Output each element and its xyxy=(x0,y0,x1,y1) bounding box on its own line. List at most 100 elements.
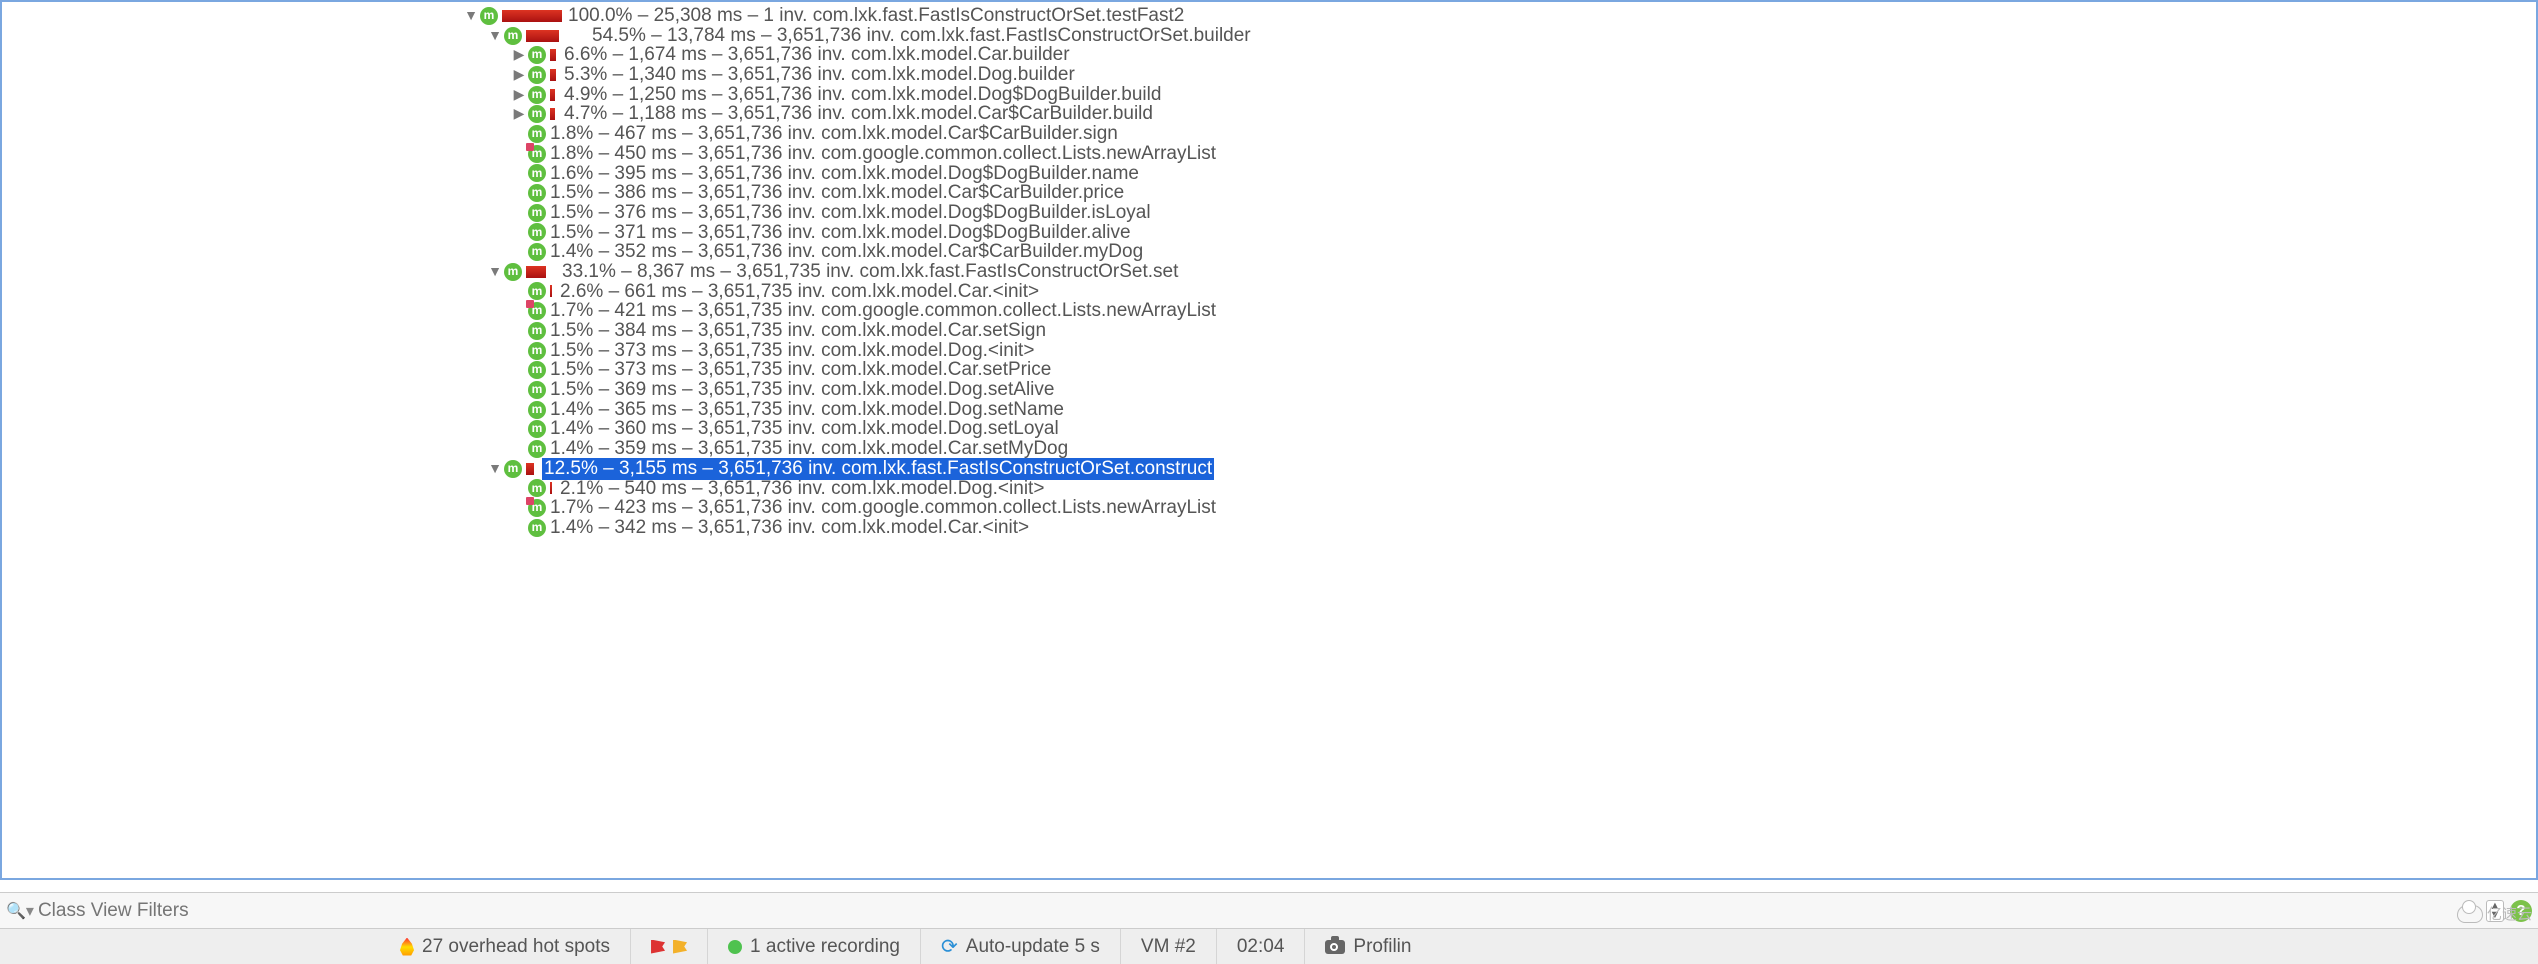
tree-row[interactable]: ▼ 100.0% – 25,308 ms – 1 inv. com.lxk.fas… xyxy=(2,6,2536,26)
tree-row[interactable]: ▼ 33.1% – 8,367 ms – 3,651,735 inv. com.l… xyxy=(2,262,2536,282)
tree-row[interactable]: ▶1.6% – 395 ms – 3,651,736 inv. com.lxk.… xyxy=(2,164,2536,184)
method-icon xyxy=(528,420,546,438)
vm-label: VM #2 xyxy=(1141,936,1196,958)
tree-row[interactable]: ▶1.5% – 369 ms – 3,651,735 inv. com.lxk.… xyxy=(2,380,2536,400)
tree-row-label: 1.4% – 342 ms – 3,651,736 inv. com.lxk.m… xyxy=(548,518,1029,538)
status-recording[interactable]: 1 active recording xyxy=(707,929,920,964)
tree-row[interactable]: ▶1.4% – 359 ms – 3,651,735 inv. com.lxk.… xyxy=(2,439,2536,459)
filter-bar: 🔍▾ ▲▼ ? xyxy=(0,892,2538,928)
tree-row-label: 1.8% – 450 ms – 3,651,736 inv. com.googl… xyxy=(548,144,1216,164)
status-bar: 27 overhead hot spots 1 active recording… xyxy=(0,928,2538,964)
collapse-arrow-icon[interactable]: ▼ xyxy=(486,26,504,46)
profiler-tree-panel: ▼ 100.0% – 25,308 ms – 1 inv. com.lxk.fas… xyxy=(0,0,2538,880)
collapse-arrow-icon[interactable]: ▼ xyxy=(486,459,504,479)
tree-row[interactable]: ▶1.7% – 421 ms – 3,651,735 inv. com.goog… xyxy=(2,301,2536,321)
call-tree[interactable]: ▼ 100.0% – 25,308 ms – 1 inv. com.lxk.fas… xyxy=(2,2,2536,538)
method-icon xyxy=(504,27,522,45)
method-icon xyxy=(528,66,546,84)
search-icon: 🔍▾ xyxy=(6,901,34,921)
tree-row-label: 12.5% – 3,155 ms – 3,651,736 inv. com.lx… xyxy=(542,458,1214,480)
status-time: 02:04 xyxy=(1216,929,1305,964)
method-icon xyxy=(480,7,498,25)
percent-bar xyxy=(502,10,562,22)
tree-row-label: 1.5% – 373 ms – 3,651,735 inv. com.lxk.m… xyxy=(548,360,1051,380)
profiling-label: Profilin xyxy=(1353,936,1411,958)
tree-row[interactable]: ▶1.8% – 467 ms – 3,651,736 inv. com.lxk.… xyxy=(2,124,2536,144)
expand-arrow-icon[interactable]: ▶ xyxy=(510,85,528,105)
time-label: 02:04 xyxy=(1237,936,1285,958)
tree-row[interactable]: ▶ 6.6% – 1,674 ms – 3,651,736 inv. com.lx… xyxy=(2,45,2536,65)
tree-row[interactable]: ▶1.4% – 342 ms – 3,651,736 inv. com.lxk.… xyxy=(2,518,2536,538)
method-icon xyxy=(528,401,546,419)
tree-row-label: 100.0% – 25,308 ms – 1 inv. com.lxk.fast… xyxy=(566,6,1184,26)
tree-row[interactable]: ▶1.5% – 376 ms – 3,651,736 inv. com.lxk.… xyxy=(2,203,2536,223)
tree-row-label: 1.4% – 360 ms – 3,651,735 inv. com.lxk.m… xyxy=(548,419,1059,439)
collapse-arrow-icon[interactable]: ▼ xyxy=(486,262,504,282)
method-icon xyxy=(528,519,546,537)
tree-row-label: 1.7% – 423 ms – 3,651,736 inv. com.googl… xyxy=(548,498,1216,518)
method-icon xyxy=(528,105,546,123)
flag-yellow-icon xyxy=(673,940,687,954)
method-icon xyxy=(528,440,546,458)
method-icon xyxy=(528,184,546,202)
tree-row-label: 4.9% – 1,250 ms – 3,651,736 inv. com.lxk… xyxy=(562,85,1161,105)
tree-row[interactable]: ▶1.5% – 386 ms – 3,651,736 inv. com.lxk.… xyxy=(2,183,2536,203)
flag-red-icon xyxy=(651,940,665,954)
tree-row[interactable]: ▶1.5% – 384 ms – 3,651,735 inv. com.lxk.… xyxy=(2,321,2536,341)
method-icon xyxy=(528,46,546,64)
tree-row-label: 1.5% – 376 ms – 3,651,736 inv. com.lxk.m… xyxy=(548,203,1151,223)
method-icon xyxy=(528,302,546,320)
tree-row[interactable]: ▶ 4.7% – 1,188 ms – 3,651,736 inv. com.lx… xyxy=(2,104,2536,124)
tree-row[interactable]: ▶1.8% – 450 ms – 3,651,736 inv. com.goog… xyxy=(2,144,2536,164)
status-autoupdate[interactable]: ⟳ Auto-update 5 s xyxy=(920,929,1120,964)
tree-row[interactable]: ▶ 4.9% – 1,250 ms – 3,651,736 inv. com.lx… xyxy=(2,85,2536,105)
tree-row[interactable]: ▼ 12.5% – 3,155 ms – 3,651,736 inv. com.l… xyxy=(2,459,2536,479)
method-icon xyxy=(504,460,522,478)
tree-row-label: 54.5% – 13,784 ms – 3,651,736 inv. com.l… xyxy=(590,26,1251,46)
tree-row[interactable]: ▶1.5% – 373 ms – 3,651,735 inv. com.lxk.… xyxy=(2,341,2536,361)
percent-bar xyxy=(526,30,586,42)
tree-row-label: 1.5% – 384 ms – 3,651,735 inv. com.lxk.m… xyxy=(548,321,1046,341)
status-flags[interactable] xyxy=(630,929,707,964)
class-filter-input[interactable] xyxy=(38,900,2486,922)
collapse-arrow-icon[interactable]: ▼ xyxy=(462,6,480,26)
status-vm[interactable]: VM #2 xyxy=(1120,929,1216,964)
percent-bar xyxy=(550,49,558,61)
tree-row[interactable]: ▶2.1% – 540 ms – 3,651,736 inv. com.lxk.… xyxy=(2,479,2536,499)
tree-row-label: 1.6% – 395 ms – 3,651,736 inv. com.lxk.m… xyxy=(548,164,1139,184)
status-profiling[interactable]: Profilin xyxy=(1304,929,1431,964)
percent-bar xyxy=(526,463,538,475)
tree-row[interactable]: ▶1.5% – 371 ms – 3,651,736 inv. com.lxk.… xyxy=(2,223,2536,243)
method-icon xyxy=(528,86,546,104)
tree-row[interactable]: ▶1.4% – 352 ms – 3,651,736 inv. com.lxk.… xyxy=(2,242,2536,262)
recording-label: 1 active recording xyxy=(750,936,900,958)
percent-bar xyxy=(550,89,558,101)
tree-row-label: 1.5% – 369 ms – 3,651,735 inv. com.lxk.m… xyxy=(548,380,1054,400)
tree-row[interactable]: ▶1.7% – 423 ms – 3,651,736 inv. com.goog… xyxy=(2,498,2536,518)
tree-row[interactable]: ▶1.4% – 365 ms – 3,651,735 inv. com.lxk.… xyxy=(2,400,2536,420)
tree-row-label: 4.7% – 1,188 ms – 3,651,736 inv. com.lxk… xyxy=(562,104,1153,124)
percent-bar xyxy=(526,266,556,278)
tree-row-label: 2.1% – 540 ms – 3,651,736 inv. com.lxk.m… xyxy=(558,479,1044,499)
tree-row-label: 1.4% – 365 ms – 3,651,735 inv. com.lxk.m… xyxy=(548,400,1064,420)
tree-row-label: 33.1% – 8,367 ms – 3,651,735 inv. com.lx… xyxy=(560,262,1178,282)
tree-row[interactable]: ▶2.6% – 661 ms – 3,651,735 inv. com.lxk.… xyxy=(2,282,2536,302)
expand-arrow-icon[interactable]: ▶ xyxy=(510,65,528,85)
percent-bar xyxy=(550,108,558,120)
method-icon xyxy=(528,164,546,182)
recording-dot-icon xyxy=(728,940,742,954)
tree-row[interactable]: ▶1.5% – 373 ms – 3,651,735 inv. com.lxk.… xyxy=(2,360,2536,380)
expand-arrow-icon[interactable]: ▶ xyxy=(510,104,528,124)
status-hotspots[interactable]: 27 overhead hot spots xyxy=(380,929,630,964)
tree-row[interactable]: ▶ 5.3% – 1,340 ms – 3,651,736 inv. com.lx… xyxy=(2,65,2536,85)
tree-row-label: 6.6% – 1,674 ms – 3,651,736 inv. com.lxk… xyxy=(562,45,1070,65)
tree-row-label: 1.4% – 359 ms – 3,651,735 inv. com.lxk.m… xyxy=(548,439,1068,459)
tree-row[interactable]: ▶1.4% – 360 ms – 3,651,735 inv. com.lxk.… xyxy=(2,419,2536,439)
tree-row[interactable]: ▼ 54.5% – 13,784 ms – 3,651,736 inv. com.… xyxy=(2,26,2536,46)
tree-row-label: 5.3% – 1,340 ms – 3,651,736 inv. com.lxk… xyxy=(562,65,1075,85)
tree-row-label: 2.6% – 661 ms – 3,651,735 inv. com.lxk.m… xyxy=(558,282,1039,302)
camera-icon xyxy=(1325,940,1345,954)
refresh-icon: ⟳ xyxy=(941,934,958,959)
expand-arrow-icon[interactable]: ▶ xyxy=(510,45,528,65)
tree-row-label: 1.5% – 386 ms – 3,651,736 inv. com.lxk.m… xyxy=(548,183,1124,203)
